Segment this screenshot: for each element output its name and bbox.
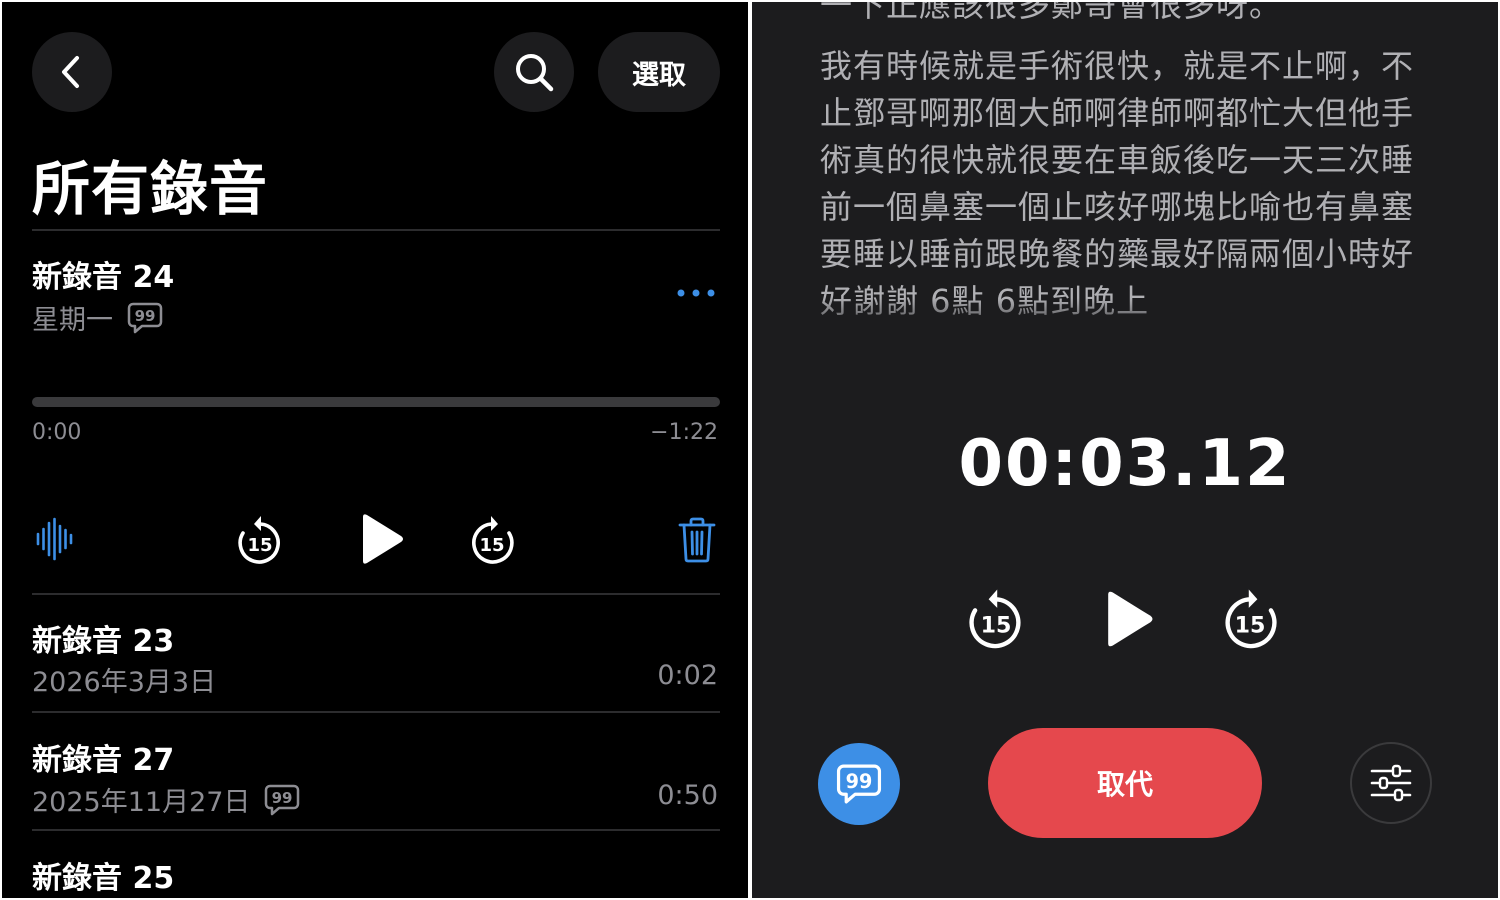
playback-timer: 00:03.12 <box>958 427 1292 501</box>
remaining-time: −1:22 <box>650 420 718 445</box>
skip-forward-button[interactable]: 15 <box>1218 586 1282 652</box>
delete-button[interactable] <box>674 512 720 568</box>
recording-date: 星期一 <box>32 305 113 336</box>
recording-date-row: 2026年3月3日 <box>32 660 216 699</box>
divider <box>32 711 720 713</box>
options-icon <box>1370 764 1412 802</box>
more-button[interactable] <box>670 276 722 310</box>
transcript-paragraph: 我有時候就是手術很快，就是不止啊，不止鄧哥啊那個大師啊律師啊都忙大但他手術真的很… <box>820 47 1415 320</box>
recording-date: 2026年3月3日 <box>32 667 217 698</box>
transcript-icon: 99 <box>836 764 882 804</box>
options-button[interactable] <box>1350 742 1432 824</box>
skip-back-seconds: 15 <box>247 535 272 556</box>
transcript-paragraph: 一下正應該很多鄭哥會很多呀。 <box>820 2 1283 24</box>
replace-button-label: 取代 <box>1096 768 1153 801</box>
transcript-fade <box>752 298 1498 338</box>
replace-button[interactable]: 取代 <box>988 728 1262 838</box>
recordings-list-panel: 選取 所有錄音 新錄音 24 星期一 99 0:00 −1:22 15 15 新… <box>2 2 748 898</box>
play-icon <box>363 514 403 564</box>
skip-forward-seconds: 15 <box>479 535 504 556</box>
back-icon <box>62 56 79 88</box>
divider <box>32 829 720 831</box>
search-icon <box>516 54 554 92</box>
recording-duration: 0:02 <box>657 660 718 691</box>
transcript-button[interactable]: 99 <box>818 743 900 825</box>
transcript-text[interactable]: 一下正應該很多鄭哥會很多呀。 我有時候就是手術很快，就是不止啊，不止鄧哥啊那個大… <box>820 2 1440 328</box>
svg-text:99: 99 <box>272 789 293 807</box>
transcript-panel: 一下正應該很多鄭哥會很多呀。 我有時候就是手術很快，就是不止啊，不止鄧哥啊那個大… <box>752 2 1498 898</box>
skip-back-15-icon: 15 <box>238 516 280 564</box>
divider <box>32 593 720 595</box>
skip-forward-button[interactable]: 15 <box>464 512 520 568</box>
page-title: 所有錄音 <box>32 155 269 223</box>
svg-text:99: 99 <box>135 307 156 325</box>
skip-forward-seconds: 15 <box>1235 613 1266 639</box>
recording-name: 新錄音 24 <box>32 260 175 295</box>
skip-forward-15-icon: 15 <box>472 516 514 564</box>
select-button[interactable]: 選取 <box>598 32 720 112</box>
back-button[interactable] <box>32 32 112 112</box>
trash-icon <box>678 517 716 563</box>
transcript-icon: 99 <box>127 302 163 333</box>
select-button-label: 選取 <box>632 59 686 91</box>
recording-date-row: 2025年11月27日 99 <box>32 780 300 819</box>
search-button[interactable] <box>494 32 574 112</box>
svg-text:99: 99 <box>846 770 873 793</box>
recording-date: 2025年11月27日 <box>32 787 251 818</box>
recording-duration: 0:50 <box>657 780 718 811</box>
transcript-icon: 99 <box>265 784 300 815</box>
recording-name: 新錄音 23 <box>32 624 175 659</box>
recording-date-row: 星期一 99 <box>32 298 163 337</box>
recording-name: 新錄音 25 <box>32 861 175 896</box>
skip-back-seconds: 15 <box>981 613 1012 639</box>
play-icon <box>1108 591 1153 647</box>
skip-forward-15-icon: 15 <box>1225 589 1277 649</box>
waveform-icon <box>36 517 73 561</box>
playback-scrubber[interactable] <box>32 397 720 407</box>
skip-back-15-icon: 15 <box>969 589 1021 649</box>
recording-name: 新錄音 27 <box>32 743 175 778</box>
divider <box>32 229 720 231</box>
elapsed-time: 0:00 <box>32 420 82 445</box>
waveform-button[interactable] <box>32 512 78 566</box>
play-button[interactable] <box>1094 584 1160 654</box>
skip-back-button[interactable]: 15 <box>964 586 1028 652</box>
play-button[interactable] <box>350 508 410 570</box>
skip-back-button[interactable]: 15 <box>232 512 288 568</box>
more-icon <box>677 289 715 297</box>
